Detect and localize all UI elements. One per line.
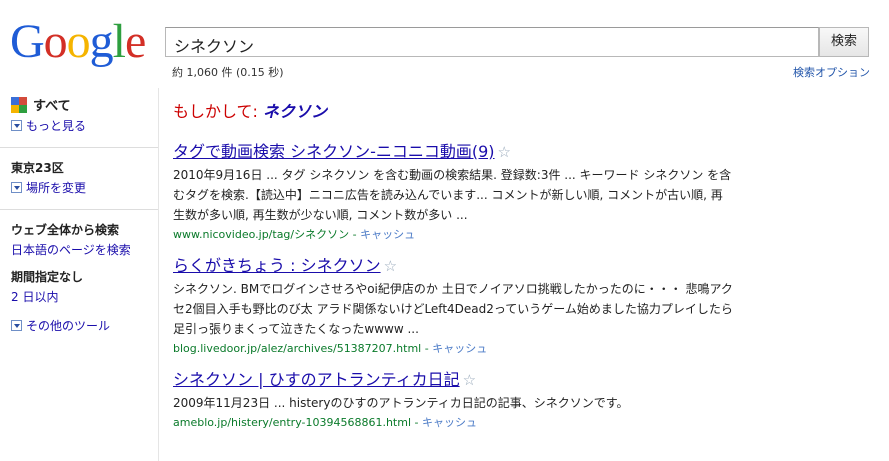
period-2days-link[interactable]: 2 日以内 [11, 288, 148, 305]
sidebar: すべて もっと見る 東京23区 場所を変更 ウェブ全体から検索 日本語のページを… [0, 88, 158, 343]
sidebar-section-modes: すべて もっと見る [0, 88, 158, 143]
star-icon[interactable]: ☆ [463, 371, 476, 389]
result-title-link[interactable]: タグで動画検索 シネクソン-ニコニコ動画(9) [173, 142, 495, 161]
star-icon[interactable]: ☆ [384, 257, 397, 275]
sidebar-divider [0, 209, 158, 210]
result-url-line: www.nicovideo.jp/tag/シネクソン - キャッシュ [173, 228, 416, 241]
search-input[interactable]: シネクソン [165, 27, 819, 57]
result-snippet: シネクソン. BMでログインさせろやoi紀伊店のか 土日でノイアソロ挑戦したかっ… [173, 282, 733, 336]
google-g-icon [11, 97, 27, 113]
result-snippet: 2010年9月16日 ... タグ シネクソン を含む動画の検索結果. 登録数:… [173, 168, 732, 222]
result-title-link[interactable]: らくがきちょう : シネクソン [173, 256, 381, 275]
result-item: シネクソン | ひすのアトランティカ日記 ☆ 2009年11月23日 ... hi… [173, 366, 733, 430]
other-tools-link[interactable]: その他のツール [11, 317, 148, 334]
result-url: www.nicovideo.jp/tag/シネクソン [173, 228, 350, 241]
star-icon[interactable]: ☆ [498, 143, 511, 161]
period-title: 期間指定なし [11, 270, 84, 284]
result-url: blog.livedoor.jp/alez/archives/51387207.… [173, 342, 422, 355]
result-item: らくがきちょう : シネクソン ☆ シネクソン. BMでログインさせろやoi紀伊店… [173, 252, 733, 356]
logo-letter: l [112, 15, 126, 68]
sidebar-item-all[interactable]: すべて [11, 95, 148, 114]
google-logo[interactable]: Google [10, 14, 146, 70]
did-you-mean: もしかして: ネクソン [173, 98, 733, 122]
dropdown-icon [11, 320, 22, 331]
dropdown-icon [11, 182, 22, 193]
cache-link[interactable]: キャッシュ [360, 228, 415, 241]
result-snippet: 2009年11月23日 ... histeryのひすのアトランティカ日記の記事、… [173, 396, 629, 410]
results-list: もしかして: ネクソン タグで動画検索 シネクソン-ニコニコ動画(9) ☆ 201… [173, 98, 733, 440]
japanese-pages-link[interactable]: 日本語のページを検索 [11, 241, 148, 258]
logo-letter: o [43, 15, 68, 68]
dropdown-icon [11, 120, 22, 131]
did-you-mean-suggestion[interactable]: ネクソン [263, 102, 327, 121]
logo-letter: e [125, 15, 146, 68]
location-title: 東京23区 [11, 161, 64, 175]
logo-letter: g [89, 15, 114, 68]
result-url-line: ameblo.jp/histery/entry-10394568861.html… [173, 416, 477, 429]
logo-letter: G [10, 15, 45, 68]
web-scope-title: ウェブ全体から検索 [11, 223, 120, 237]
result-url-line: blog.livedoor.jp/alez/archives/51387207.… [173, 342, 488, 355]
advanced-search-link[interactable]: 検索オプション [793, 64, 870, 80]
change-location-link[interactable]: 場所を変更 [11, 179, 148, 196]
result-stats: 約 1,060 件 (0.15 秒) [172, 66, 284, 79]
sidebar-divider [0, 147, 158, 148]
sidebar-section-location: 東京23区 場所を変更 [0, 152, 158, 205]
result-url: ameblo.jp/histery/entry-10394568861.html [173, 416, 412, 429]
other-tools-label: その他のツール [26, 319, 111, 333]
sidebar-more-label: もっと見る [26, 119, 87, 133]
cache-link[interactable]: キャッシュ [422, 416, 477, 429]
cache-link[interactable]: キャッシュ [432, 342, 487, 355]
logo-letter: o [66, 15, 91, 68]
change-location-label: 場所を変更 [26, 181, 87, 195]
sidebar-more-link[interactable]: もっと見る [11, 117, 148, 134]
did-you-mean-prefix: もしかして: [173, 102, 263, 121]
search-button[interactable]: 検索 [819, 27, 869, 57]
result-item: タグで動画検索 シネクソン-ニコニコ動画(9) ☆ 2010年9月16日 ... … [173, 138, 733, 242]
sidebar-item-all-label: すべて [33, 99, 71, 114]
sidebar-section-filters: ウェブ全体から検索 日本語のページを検索 期間指定なし 2 日以内 その他のツー… [0, 214, 158, 343]
result-title-link[interactable]: シネクソン | ひすのアトランティカ日記 [173, 370, 460, 389]
sidebar-separator [158, 88, 159, 461]
